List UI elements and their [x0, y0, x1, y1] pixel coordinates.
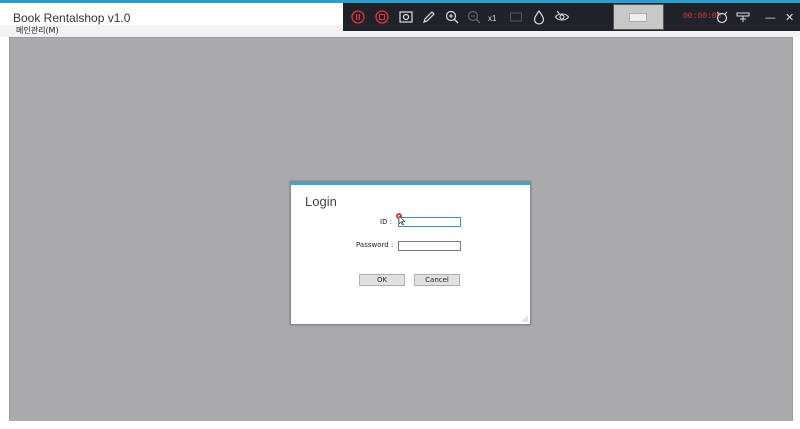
- fit-icon[interactable]: [506, 7, 526, 27]
- zoom-level: x1: [488, 14, 497, 23]
- password-label: Password :: [356, 241, 394, 249]
- dialog-accent-bar: [291, 182, 530, 185]
- app-title: Book Rentalshop v1.0: [13, 11, 131, 25]
- preview-window: [629, 13, 647, 22]
- drop-icon[interactable]: [529, 7, 549, 27]
- screenshot-icon[interactable]: [396, 7, 416, 27]
- login-dialog: Login ID : Password : OK Cancel: [290, 181, 531, 325]
- pen-icon[interactable]: [419, 7, 439, 27]
- window-bottom-edge: [0, 421, 800, 429]
- id-field[interactable]: [398, 217, 461, 227]
- ok-button[interactable]: OK: [359, 274, 405, 286]
- id-label: ID :: [380, 218, 393, 226]
- mouse-cursor-icon: [399, 216, 405, 225]
- resize-grip-icon[interactable]: [522, 316, 528, 322]
- zoom-out-icon[interactable]: [464, 7, 484, 27]
- preview-thumbnail[interactable]: [613, 4, 664, 30]
- zoom-in-icon[interactable]: [442, 7, 462, 27]
- settings-icon[interactable]: [733, 7, 753, 27]
- menu-item-main[interactable]: 메인관리(M): [16, 25, 59, 37]
- close-icon[interactable]: ✕: [785, 11, 794, 24]
- eye-icon[interactable]: [552, 7, 572, 27]
- stop-icon[interactable]: [372, 7, 392, 27]
- pause-icon[interactable]: [348, 7, 368, 27]
- cancel-button[interactable]: Cancel: [414, 274, 460, 286]
- password-field[interactable]: [398, 241, 461, 251]
- recorder-toolbar: x1 00:00:00 — ✕: [343, 3, 800, 31]
- minimize-icon[interactable]: —: [765, 11, 776, 24]
- alarm-icon[interactable]: [712, 7, 732, 27]
- login-title: Login: [305, 194, 337, 209]
- mdi-workspace: Login ID : Password : OK Cancel: [9, 37, 793, 422]
